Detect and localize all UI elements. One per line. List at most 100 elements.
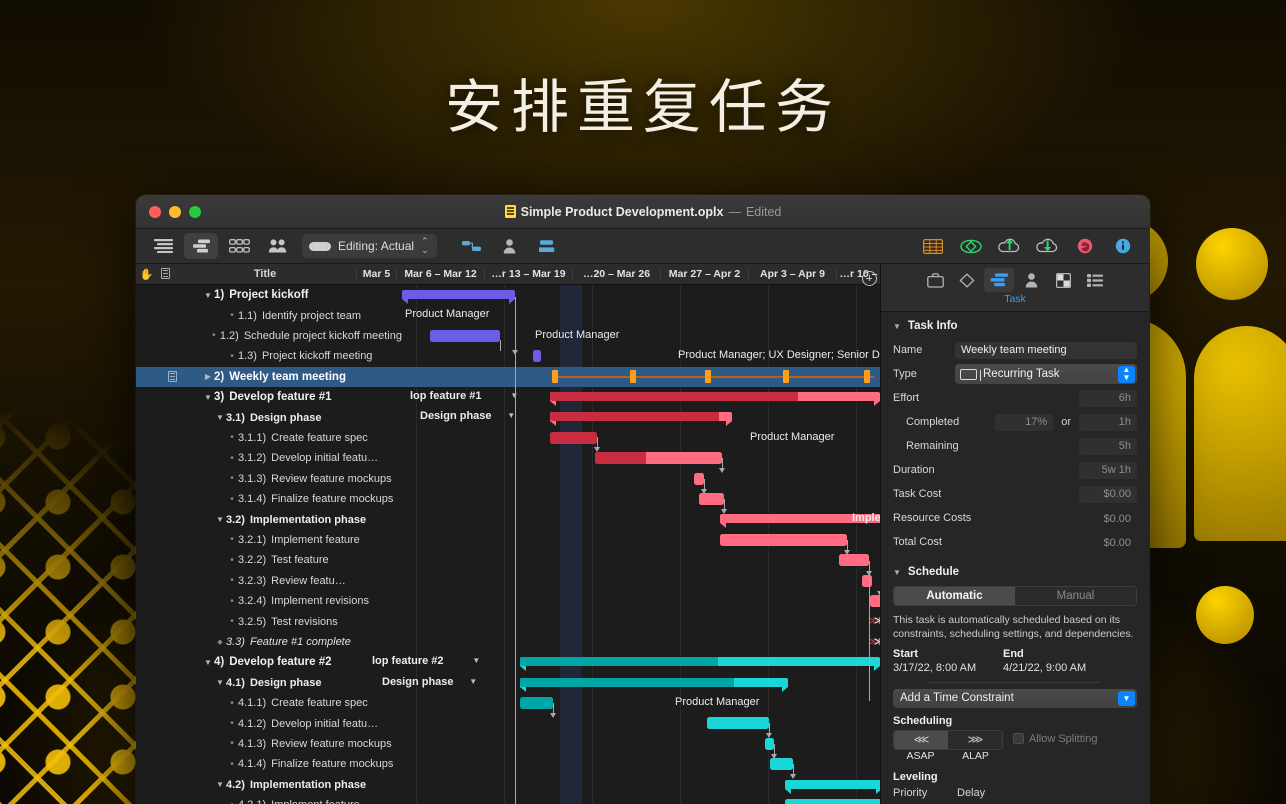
schedule-mode-manual[interactable]: Manual [1015,587,1136,605]
row-title-cell[interactable]: •3.2.2)Test feature [182,554,402,566]
outline-row[interactable]: ◆3.3)Feature #1 complete [136,632,402,652]
completed-percent-input[interactable]: 17% [995,414,1053,431]
duration-input[interactable]: 5w 1h [1079,462,1137,479]
inspector-tab-columns[interactable] [1080,268,1110,292]
disclosure-triangle-icon[interactable]: ▼ [214,515,226,524]
outline-row[interactable]: •3.2.3)Review featu… [136,571,402,591]
end-value[interactable]: 4/21/22, 9:00 AM [1003,662,1113,674]
row-title-cell[interactable]: •3.1.3)Review feature mockups [182,473,402,485]
outline-row[interactable]: •3.1.2)Develop initial featu… [136,448,402,468]
row-title-cell[interactable]: •4.1.4)Finalize feature mockups [182,758,402,770]
gantt-task-bar[interactable] [870,595,880,607]
outline-row[interactable]: •4.1.1)Create feature spec [136,693,402,713]
outline-row[interactable]: ▼4.1)Design phase [136,673,402,693]
spreadsheet-button[interactable] [916,233,950,259]
outline-row[interactable]: •3.1.4)Finalize feature mockups [136,489,402,509]
gantt-task-bar[interactable] [520,697,553,709]
disclosure-triangle-icon[interactable]: ▼ [202,658,214,667]
inspector-tab-project[interactable] [920,268,950,292]
row-title-cell[interactable]: ▼3.1)Design phase [182,412,402,424]
schedule-section-header[interactable]: ▼ Schedule [881,554,1149,584]
gantt-task-bar[interactable] [720,534,847,546]
note-column-icon[interactable] [158,268,175,281]
outline-view-button[interactable] [146,233,180,259]
gantt-task-bar[interactable] [839,554,869,566]
close-button[interactable] [149,206,161,218]
bar-disclosure-icon[interactable]: ▼ [472,656,480,665]
gantt-rows-area[interactable]: ▼1)Project kickoff •1.1)Identify project … [136,285,880,804]
inspector-tab-task[interactable] [984,268,1014,292]
gantt-task-bar[interactable] [785,799,880,804]
outline-row[interactable]: ▼1)Project kickoff [136,285,402,305]
title-column-header[interactable]: Title [174,268,356,280]
row-title-cell[interactable]: ▼4)Develop feature #2 [182,656,402,668]
stop-button[interactable] [1068,233,1102,259]
outline-row[interactable]: •4.1.3)Review feature mockups [136,734,402,754]
gantt-task-bar[interactable] [533,350,541,362]
gantt-summary-bar[interactable] [402,290,515,299]
gantt-task-bar[interactable] [430,330,500,342]
subscribe-button[interactable] [1030,233,1064,259]
gantt-task-bar[interactable] [550,432,597,444]
network-view-button[interactable] [222,233,256,259]
recurring-occurrence-marker[interactable] [552,370,558,383]
catch-up-button[interactable] [954,233,988,259]
row-title-cell[interactable]: •1.1)Identify project team [182,310,402,322]
name-input[interactable]: Weekly team meeting [955,342,1137,359]
maximize-button[interactable] [189,206,201,218]
task-info-section-header[interactable]: ▼ Task Info [881,312,1149,338]
row-title-cell[interactable]: •3.1.2)Develop initial featu… [182,452,402,464]
row-title-cell[interactable]: ▼3)Develop feature #1 [182,391,402,403]
outline-row[interactable]: •4.2.1)Implement feature [136,795,402,804]
outline-row[interactable]: •4.1.4)Finalize feature mockups [136,754,402,774]
recurring-occurrence-marker[interactable] [864,370,870,383]
row-title-cell[interactable]: ▼1)Project kickoff [182,289,402,301]
outline-row[interactable]: •3.2.1)Implement feature [136,530,402,550]
outline-row[interactable]: •1.2)Schedule project kickoff meeting [136,326,402,346]
outline-row[interactable]: ▼3.2)Implementation phase [136,509,402,529]
outline-row[interactable]: •1.1)Identify project team [136,305,402,325]
gantt-task-bar[interactable] [699,493,724,505]
outline-row[interactable]: •3.1.1)Create feature spec [136,428,402,448]
gantt-summary-bar[interactable] [520,657,880,666]
outline-row[interactable]: ▼4)Develop feature #2 [136,652,402,672]
recurring-occurrence-marker[interactable] [630,370,636,383]
assign-resource-button[interactable] [493,233,527,259]
alap-button[interactable]: ⋙ [948,731,1002,749]
gantt-summary-bar[interactable] [550,412,732,421]
asap-button[interactable]: ⋘ [894,731,948,749]
remaining-input[interactable]: 5h [1079,438,1137,455]
group-button[interactable] [531,233,565,259]
recurring-occurrence-marker[interactable] [705,370,711,383]
info-button[interactable] [1106,233,1140,259]
gantt-task-bar[interactable] [770,758,793,770]
recurring-occurrence-marker[interactable] [783,370,789,383]
outline-row[interactable]: ▼3.1)Design phase [136,407,402,427]
schedule-mode-segmented[interactable]: Automatic Manual [893,586,1137,606]
row-title-cell[interactable]: •4.1.2)Develop initial featu… [182,718,402,730]
row-title-cell[interactable]: ▼4.1)Design phase [182,677,402,689]
row-title-cell[interactable]: •4.1.1)Create feature spec [182,697,402,709]
disclosure-triangle-icon[interactable]: ▶ [202,372,214,381]
outline-row[interactable]: •3.2.2)Test feature [136,550,402,570]
row-title-cell[interactable]: •1.2)Schedule project kickoff meeting [182,330,402,342]
gantt-task-bar[interactable] [595,452,722,464]
inspector-tab-resource[interactable] [1016,268,1046,292]
disclosure-triangle-icon[interactable]: ▼ [202,393,214,402]
publish-button[interactable] [992,233,1026,259]
row-note-cell[interactable] [162,371,182,382]
outline-row[interactable]: ▼4.2)Implementation phase [136,775,402,795]
row-title-cell[interactable]: •3.2.4)Implement revisions [182,595,402,607]
editing-mode-popup[interactable]: Editing: Actual ⌃⌄ [302,234,437,258]
row-title-cell[interactable]: •3.1.1)Create feature spec [182,432,402,444]
outline-row[interactable]: ▼3)Develop feature #1 [136,387,402,407]
gantt-task-bar[interactable] [862,575,872,587]
type-select[interactable]: Recurring Task ▲▼ [955,364,1137,384]
effort-input[interactable]: 6h [1079,390,1137,407]
row-title-cell[interactable]: ▶2)Weekly team meeting [182,371,402,383]
timeline-zoom-icon[interactable] [862,271,877,286]
schedule-mode-automatic[interactable]: Automatic [894,587,1015,605]
gantt-task-bar[interactable] [707,717,769,729]
gantt-view-button[interactable] [184,233,218,259]
row-title-cell[interactable]: ◆3.3)Feature #1 complete [182,636,402,648]
